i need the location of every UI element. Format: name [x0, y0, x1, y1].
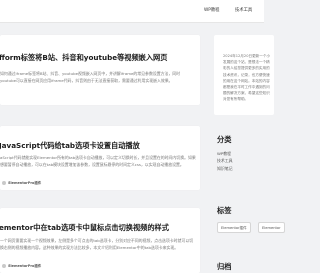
tag-chip[interactable]: Elementor插件 [217, 222, 251, 233]
tag-chip[interactable]: Elementor [258, 222, 285, 233]
post-card: fform标签将B站、抖音和youtube等视频嵌入网页 如何通过iframe标… [0, 35, 200, 105]
post-category-link[interactable]: ElementorPro插件 [8, 264, 41, 268]
post-excerpt: 如何通过iframe标签将B站、抖音、youtube视频嵌入网页中，并讲解ifr… [0, 71, 181, 83]
categories-heading: 分类 [217, 135, 232, 144]
post-title[interactable]: ementor中在tab选项卡中鼠标点击切换视频的样式 [0, 223, 169, 233]
post-meta: ElementorPro插件 [0, 180, 41, 185]
post-title[interactable]: JavaScript代码给tab选项卡设置自动播放 [0, 141, 140, 151]
nav-item-wp-tutorial[interactable]: WP教程 [204, 7, 219, 13]
tags-heading: 标签 [217, 206, 232, 215]
sidebar-notice-text: 2024年12月20日更新一个小发展的这个站，是想法一个精彩的人给您提供更多的实… [223, 54, 271, 102]
category-item-tech-tools[interactable]: 技术工具 [217, 158, 233, 164]
author-avatar-icon [2, 181, 6, 185]
post-title[interactable]: fform标签将B站、抖音和youtube等视频嵌入网页 [0, 53, 167, 63]
post-excerpt: aScript代码就能实现Elementor所有的tab选项卡自动播放，可以定义… [0, 155, 196, 167]
post-meta: ElementorPro插件 [0, 263, 41, 268]
post-card: ementor中在tab选项卡中鼠标点击切换视频的样式 一个网页需要实现一个视频… [0, 208, 200, 273]
archive-heading: 归档 [217, 262, 232, 271]
nav-item-tech-tools[interactable]: 技术工具 [235, 7, 252, 13]
post-category-link[interactable]: ElementorPro插件 [8, 181, 41, 185]
category-item-wp-tutorial[interactable]: WP教程 [217, 151, 231, 157]
category-item-notes[interactable]: 知识笔记 [217, 166, 233, 172]
author-avatar-icon [2, 264, 6, 268]
post-card: JavaScript代码给tab选项卡设置自动播放 aScript代码就能实现E… [0, 126, 200, 190]
top-navigation-bar: WP教程 技术工具 [0, 0, 264, 23]
sidebar-notice-card: 2024年12月20日更新一个小发展的这个站，是想法一个精彩的人给您提供更多的实… [214, 35, 274, 115]
post-excerpt: 一个网页需要实现一个视频效果，左侧是多个可点击的tab选项卡，分别对应不同的视频… [0, 238, 194, 250]
